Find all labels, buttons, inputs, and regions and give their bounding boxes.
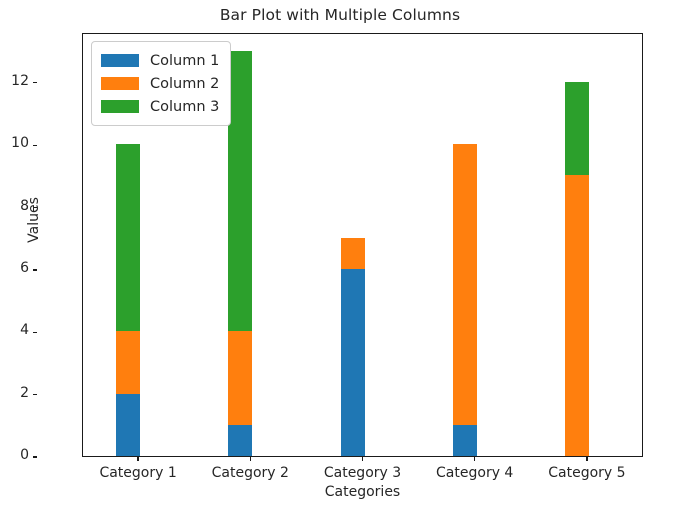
x-tick-mark bbox=[361, 457, 364, 461]
bar-group bbox=[116, 144, 141, 456]
bar-group bbox=[452, 144, 477, 456]
x-axis-label: Categories bbox=[324, 484, 401, 500]
bar-segment bbox=[116, 144, 141, 332]
bar-segment bbox=[564, 81, 589, 176]
bar-segment bbox=[452, 424, 477, 456]
bar-segment bbox=[564, 175, 589, 456]
y-tick-label: 0 bbox=[20, 447, 29, 463]
y-tick-mark bbox=[33, 456, 37, 458]
y-tick-mark bbox=[33, 393, 37, 396]
bar-segment bbox=[340, 268, 365, 456]
chart-title: Bar Plot with Multiple Columns bbox=[219, 6, 461, 24]
bar-segment bbox=[228, 424, 253, 456]
legend-item[interactable]: Column 1 bbox=[101, 49, 219, 72]
bar-segment bbox=[452, 144, 477, 425]
legend-label: Column 1 bbox=[150, 52, 220, 69]
y-tick-label: 2 bbox=[20, 384, 29, 401]
bar-group bbox=[228, 50, 253, 456]
chart-legend: Column 1 Column 2 Column 3 bbox=[91, 41, 232, 126]
y-tick-label: 10 bbox=[11, 135, 29, 152]
y-tick-mark bbox=[33, 331, 37, 333]
x-tick-mark bbox=[586, 457, 588, 461]
bar-chart-figure: Bar Plot with Multiple Columns Category … bbox=[0, 0, 680, 521]
x-tick-mark bbox=[474, 457, 476, 461]
x-tick-label: Category 5 bbox=[548, 465, 626, 481]
legend-swatch-icon bbox=[101, 77, 139, 90]
y-tick-mark bbox=[33, 144, 37, 146]
legend-swatch-icon bbox=[101, 54, 139, 67]
bar-group bbox=[340, 237, 365, 456]
bar-segment bbox=[116, 393, 141, 456]
legend-swatch-icon bbox=[101, 100, 139, 113]
bar-group bbox=[564, 81, 589, 456]
bar-segment bbox=[228, 50, 253, 332]
legend-label: Column 3 bbox=[150, 98, 220, 115]
legend-label: Column 2 bbox=[150, 75, 220, 92]
x-tick-mark bbox=[137, 457, 139, 461]
bar-segment bbox=[340, 237, 365, 269]
y-tick-label: 12 bbox=[11, 72, 29, 89]
y-tick-mark bbox=[33, 82, 37, 84]
legend-item[interactable]: Column 3 bbox=[101, 95, 219, 118]
legend-item[interactable]: Column 2 bbox=[101, 72, 219, 95]
x-tick-mark bbox=[249, 457, 251, 461]
bar-segment bbox=[116, 331, 141, 394]
y-tick-label: 4 bbox=[20, 322, 29, 339]
bar-segment bbox=[228, 331, 253, 425]
y-axis-label: Values bbox=[26, 197, 42, 243]
